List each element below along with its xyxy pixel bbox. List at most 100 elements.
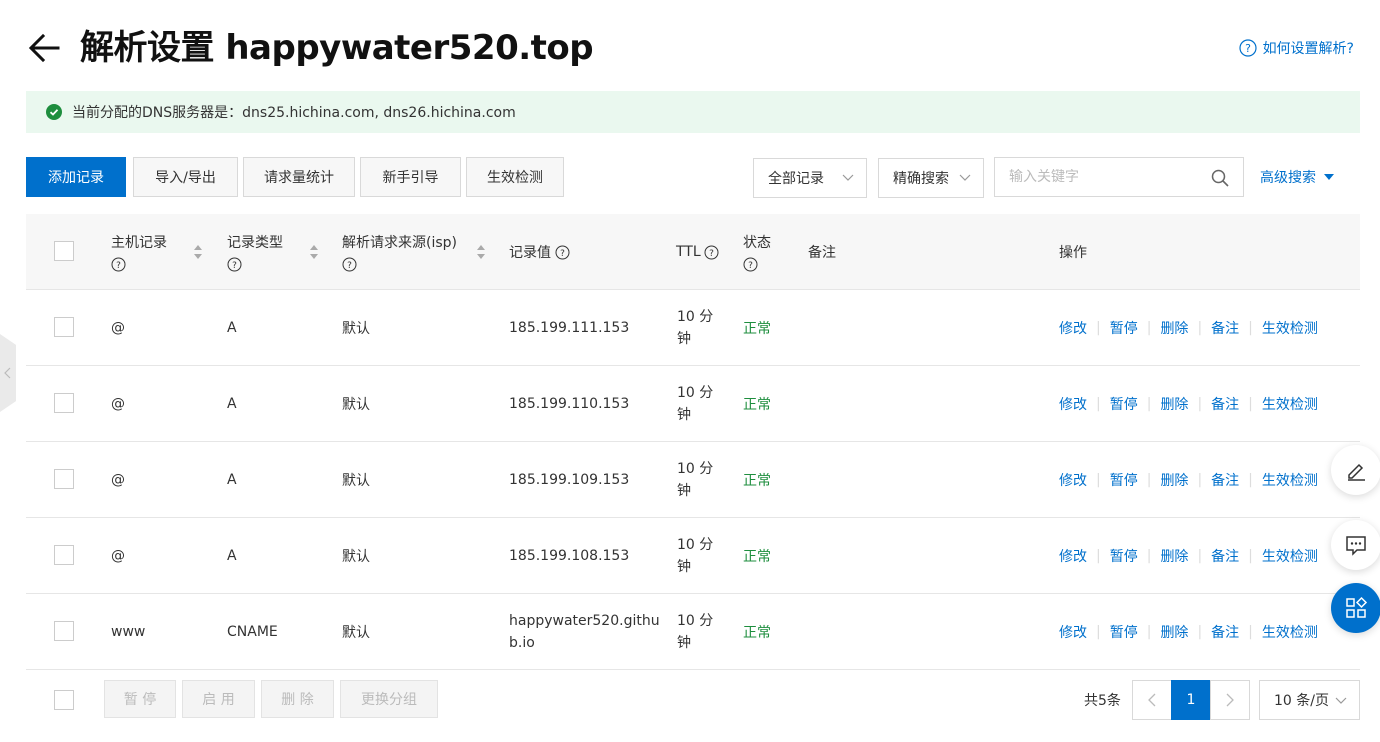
- row-actions: 修改 | 暂停 | 删除 | 备注 | 生效检测: [1059, 442, 1318, 518]
- ttl-cell: 10 分 钟: [677, 594, 713, 670]
- pause-link[interactable]: 暂停: [1110, 546, 1138, 566]
- edit-float-button[interactable]: [1331, 445, 1380, 495]
- guide-button[interactable]: 新手引导: [360, 157, 461, 197]
- delete-link[interactable]: 删除: [1160, 546, 1188, 566]
- line-cell: 默认: [342, 625, 370, 641]
- page-button-current[interactable]: 1: [1171, 680, 1211, 720]
- column-status-label: 状态: [743, 235, 771, 251]
- delete-link[interactable]: 删除: [1160, 394, 1188, 414]
- record-filter-select[interactable]: 全部记录: [753, 158, 867, 198]
- search-input[interactable]: [1009, 169, 1199, 185]
- request-stats-button[interactable]: 请求量统计: [243, 157, 355, 197]
- effect-check-link[interactable]: 生效检测: [1262, 470, 1318, 490]
- column-type: 记录类型 ?: [227, 214, 283, 290]
- edit-link[interactable]: 修改: [1059, 546, 1087, 566]
- apps-float-button[interactable]: [1331, 583, 1380, 633]
- advanced-search-toggle[interactable]: 高级搜索: [1260, 167, 1334, 187]
- sort-icon[interactable]: [476, 243, 486, 261]
- remark-link[interactable]: 备注: [1211, 318, 1239, 338]
- svg-text:?: ?: [1245, 42, 1251, 55]
- help-link[interactable]: ? 如何设置解析?: [1238, 38, 1354, 58]
- page-size-select[interactable]: 10 条/页: [1259, 680, 1360, 720]
- separator: |: [1146, 548, 1152, 564]
- delete-link[interactable]: 删除: [1160, 318, 1188, 338]
- separator: |: [1146, 624, 1152, 640]
- column-type-label: 记录类型: [227, 235, 283, 251]
- delete-link[interactable]: 删除: [1160, 622, 1188, 642]
- next-page-button[interactable]: [1210, 680, 1250, 720]
- table-row: @ A 默认 185.199.108.153 10 分 钟 正常 修改 | 暂停 |…: [26, 518, 1360, 594]
- effect-check-link[interactable]: 生效检测: [1262, 546, 1318, 566]
- help-icon[interactable]: ?: [704, 245, 719, 260]
- add-record-button[interactable]: 添加记录: [26, 157, 126, 197]
- column-host-label: 主机记录: [111, 235, 167, 251]
- effect-check-button[interactable]: 生效检测: [466, 157, 564, 197]
- table-row: @ A 默认 185.199.109.153 10 分 钟 正常 修改 | 暂停 |…: [26, 442, 1360, 518]
- back-arrow-icon[interactable]: [26, 30, 62, 66]
- separator: |: [1248, 548, 1253, 564]
- row-checkbox[interactable]: [54, 545, 74, 565]
- help-icon[interactable]: ?: [227, 257, 242, 272]
- select-all-checkbox[interactable]: [54, 241, 74, 261]
- value-cell: happywater520.githu b.io: [509, 594, 660, 670]
- search-mode-select[interactable]: 精确搜索: [878, 158, 984, 198]
- value-cell: 185.199.110.153: [509, 396, 630, 412]
- help-icon[interactable]: ?: [743, 257, 758, 272]
- select-all-checkbox-bottom[interactable]: [54, 690, 74, 710]
- remark-link[interactable]: 备注: [1211, 394, 1239, 414]
- sort-icon[interactable]: [309, 243, 319, 261]
- effect-check-link[interactable]: 生效检测: [1262, 318, 1318, 338]
- host-cell: @: [111, 472, 125, 488]
- edit-link[interactable]: 修改: [1059, 622, 1087, 642]
- value-line-2: b.io: [509, 635, 535, 651]
- row-checkbox[interactable]: [54, 621, 74, 641]
- sidebar-collapse-tab[interactable]: [0, 334, 16, 412]
- bulk-delete-button[interactable]: 删 除: [261, 680, 334, 718]
- search-box: [994, 157, 1244, 197]
- column-remark: 备注: [808, 245, 836, 261]
- bulk-pause-button[interactable]: 暂 停: [104, 680, 176, 718]
- value-cell: 185.199.111.153: [509, 320, 630, 336]
- search-icon[interactable]: [1211, 169, 1229, 187]
- edit-link[interactable]: 修改: [1059, 318, 1087, 338]
- table-row: www CNAME 默认 happywater520.githu b.io 10…: [26, 594, 1360, 670]
- remark-link[interactable]: 备注: [1211, 622, 1239, 642]
- apps-icon: [1346, 596, 1368, 618]
- remark-link[interactable]: 备注: [1211, 546, 1239, 566]
- change-group-button[interactable]: 更换分组: [340, 680, 438, 718]
- import-export-button[interactable]: 导入/导出: [133, 157, 238, 197]
- host-cell: @: [111, 548, 125, 564]
- row-checkbox[interactable]: [54, 469, 74, 489]
- pause-link[interactable]: 暂停: [1110, 622, 1138, 642]
- help-icon[interactable]: ?: [111, 257, 126, 272]
- table-row: @ A 默认 185.199.111.153 10 分 钟 正常 修改 | 暂停 |…: [26, 290, 1360, 366]
- status-cell: 正常: [743, 397, 771, 413]
- sort-icon[interactable]: [193, 243, 203, 261]
- page-title: 解析设置 happywater520.top: [80, 28, 594, 68]
- feedback-float-button[interactable]: [1331, 520, 1380, 570]
- line-cell: 默认: [342, 549, 370, 565]
- type-cell: CNAME: [227, 624, 278, 640]
- pause-link[interactable]: 暂停: [1110, 470, 1138, 490]
- ttl-line-1: 10 分: [677, 385, 714, 401]
- separator: |: [1146, 396, 1152, 412]
- edit-link[interactable]: 修改: [1059, 394, 1087, 414]
- pause-link[interactable]: 暂停: [1110, 318, 1138, 338]
- help-icon[interactable]: ?: [555, 245, 570, 260]
- effect-check-link[interactable]: 生效检测: [1262, 622, 1318, 642]
- effect-check-link[interactable]: 生效检测: [1262, 394, 1318, 414]
- row-checkbox[interactable]: [54, 393, 74, 413]
- delete-link[interactable]: 删除: [1160, 470, 1188, 490]
- table-footer: 暂 停 启 用 删 除 更换分组 共5条 1 10 条/页: [26, 680, 1360, 720]
- column-host: 主机记录 ?: [111, 214, 167, 290]
- pause-link[interactable]: 暂停: [1110, 394, 1138, 414]
- svg-text:?: ?: [709, 249, 714, 259]
- row-checkbox[interactable]: [54, 317, 74, 337]
- edit-link[interactable]: 修改: [1059, 470, 1087, 490]
- status-cell: 正常: [743, 321, 771, 337]
- bulk-enable-button[interactable]: 启 用: [182, 680, 255, 718]
- prev-page-button[interactable]: [1132, 680, 1172, 720]
- column-line-label: 解析请求来源(isp): [342, 235, 457, 251]
- remark-link[interactable]: 备注: [1211, 470, 1239, 490]
- help-icon[interactable]: ?: [342, 257, 357, 272]
